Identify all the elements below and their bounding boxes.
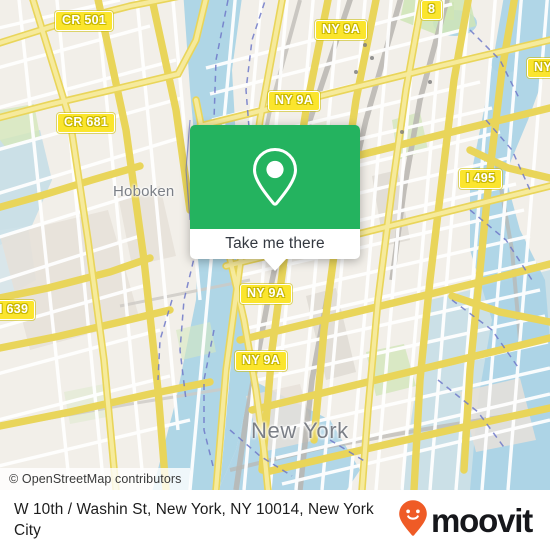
callout-pointer — [263, 258, 287, 271]
screenshot-root: CR 501 CR 681 NY 9A 8 NY 2 NY 9A I 495 I… — [0, 0, 550, 550]
moovit-smiley-pin-icon — [398, 499, 428, 542]
place-label-hoboken: Hoboken — [113, 183, 175, 200]
road-shield: NY 2 — [527, 58, 550, 78]
station-address: W 10th / Washin St, New York, NY 10014, … — [14, 501, 374, 539]
attribution-text: © OpenStreetMap contributors — [9, 472, 182, 486]
moovit-logo[interactable]: moovit — [398, 499, 536, 542]
road-shield: I 639 — [0, 300, 36, 320]
footer-bar: W 10th / Washin St, New York, NY 10014, … — [0, 490, 550, 550]
road-shield: NY 9A — [315, 20, 368, 40]
place-label-new-york: New York — [251, 418, 349, 443]
map-pin-icon — [251, 146, 299, 208]
road-shield: NY 9A — [240, 284, 293, 304]
road-shield: I 495 — [459, 169, 503, 189]
road-shield: CR 681 — [57, 113, 116, 133]
map-view[interactable]: CR 501 CR 681 NY 9A 8 NY 2 NY 9A I 495 I… — [0, 0, 550, 490]
road-shield: CR 501 — [55, 11, 114, 31]
callout-header — [190, 125, 360, 229]
take-me-there-label: Take me there — [225, 235, 325, 252]
moovit-wordmark: moovit — [431, 501, 533, 539]
road-shield: NY 9A — [268, 91, 321, 111]
road-shield: 8 — [421, 0, 443, 20]
road-shield: NY 9A — [235, 351, 288, 371]
location-callout-card[interactable]: Take me there — [190, 125, 360, 271]
callout-action[interactable]: Take me there — [190, 229, 360, 259]
map-attribution[interactable]: © OpenStreetMap contributors — [0, 468, 190, 490]
